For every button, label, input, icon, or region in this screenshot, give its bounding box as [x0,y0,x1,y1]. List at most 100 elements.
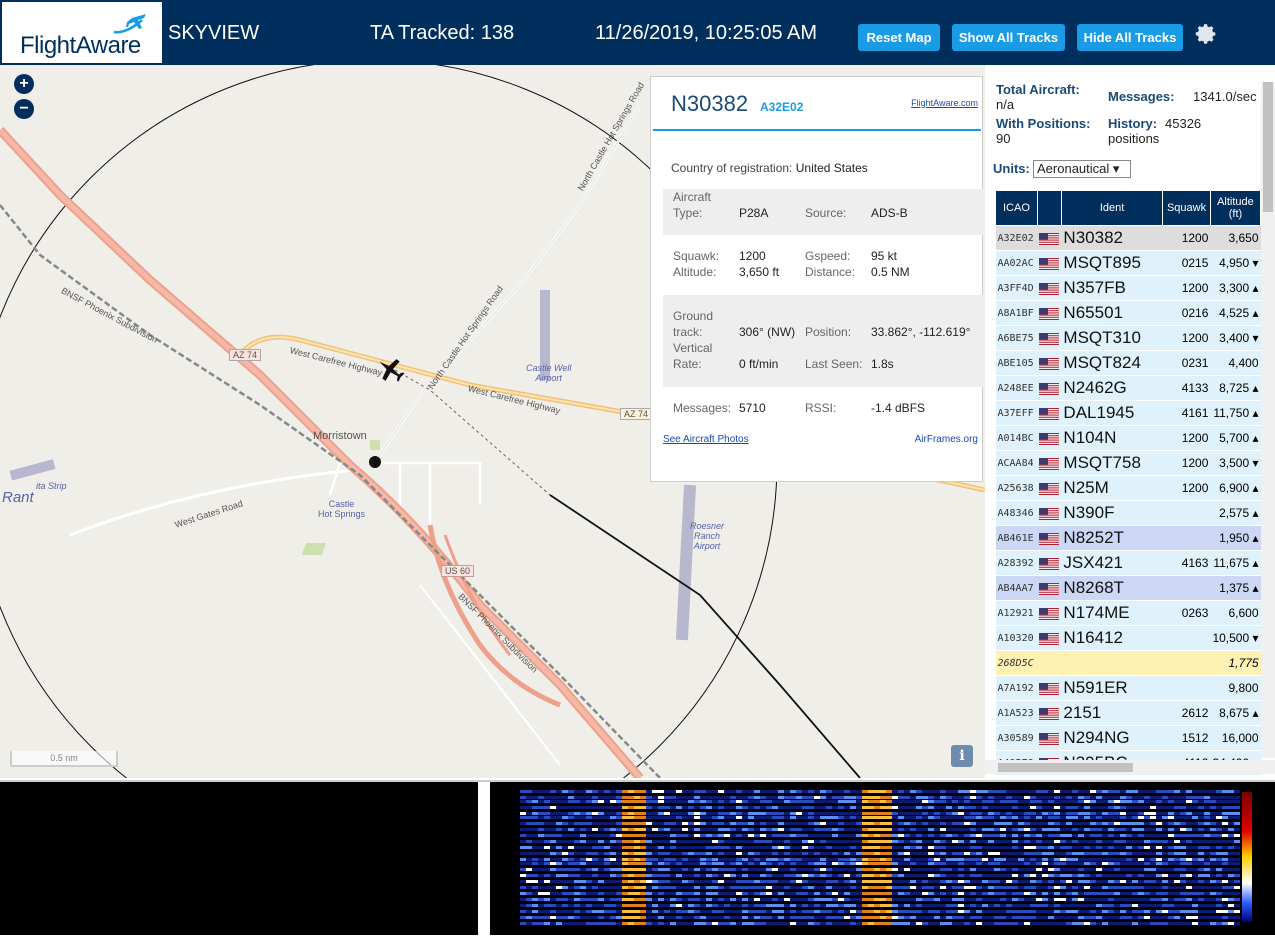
units-select[interactable]: Aeronautical ▾ [1033,160,1131,178]
sidebar-scroll-thumb[interactable] [1263,82,1273,212]
airframes-link[interactable]: AirFrames.org [915,434,978,445]
aircraft-row[interactable]: A6BE75 MSQT310 1200 3,400 ▾ [995,325,1261,351]
aircraft-row[interactable]: ABE105 MSQT824 0231 4,400 [995,350,1261,376]
row-ident: N8268T [1061,575,1163,601]
gear-icon[interactable] [1194,22,1218,46]
aircraft-row[interactable]: A1A523 2151 2612 8,675 ▴ [995,700,1261,726]
aircraft-row[interactable]: A25638 N25M 1200 6,900 ▴ [995,475,1261,501]
messages-rate-value: 1341.0/sec [1193,89,1257,104]
row-altitude: 8,725 ▴ [1210,375,1261,401]
map-label-ita-strip: ita Strip [36,481,67,491]
zoom-out-button[interactable]: − [14,99,34,119]
panel-divider [653,129,981,131]
selected-flight-ident: N30382 [671,91,749,116]
row-altitude: 11,675 ▴ [1210,550,1261,576]
us-flag-icon [1037,500,1062,526]
col-ident[interactable]: Ident [1060,190,1164,226]
flightaware-link[interactable]: FlightAware.com [911,98,978,108]
row-altitude: 10,500 ▾ [1210,625,1261,651]
aircraft-row[interactable]: A7A192 N591ER 9,800 [995,675,1261,701]
flightaware-logo[interactable]: FlightAware [2,2,162,63]
aircraft-photos-link[interactable]: See Aircraft Photos [663,434,749,445]
waterfall-graphic [520,790,1252,925]
row-altitude: 3,300 ▴ [1210,275,1261,301]
row-icao: A6BE75 [995,325,1038,351]
aircraft-row[interactable]: A248EE N2462G 4133 8,725 ▴ [995,375,1261,401]
row-ident: N294NG [1061,725,1163,751]
show-all-tracks-button[interactable]: Show All Tracks [952,24,1065,51]
distance-value: 0.5 NM [871,265,910,279]
col-flag[interactable] [1036,190,1062,226]
row-squawk: 4133 [1162,375,1211,401]
col-squawk[interactable]: Squawk [1162,190,1211,226]
row-squawk [1162,575,1211,601]
country-row: Country of registration: United States [671,161,868,175]
row-altitude: 2,575 ▴ [1210,500,1261,526]
rssi-label: RSSI: [805,401,837,415]
last-seen-label: Last Seen: [805,357,863,371]
aircraft-row[interactable]: A30589 N294NG 1512 16,000 [995,725,1261,751]
ground-track-label: Ground track: [673,309,714,339]
row-icao: ACAA84 [995,450,1038,476]
map-info-button[interactable]: i [951,745,973,767]
reset-map-button[interactable]: Reset Map [858,24,940,51]
row-icao: A3FF4D [995,275,1038,301]
zoom-in-button[interactable]: + [14,74,34,94]
hide-all-tracks-button[interactable]: Hide All Tracks [1077,24,1183,51]
squawk-label: Squawk: [673,249,720,263]
altitude-value: 3,650 ft [739,265,780,279]
aircraft-row[interactable]: 268D5C 1,775 [995,650,1261,676]
row-squawk: 2612 [1162,700,1211,726]
row-squawk [1162,675,1211,701]
col-altitude[interactable]: Altitude (ft) [1209,190,1262,226]
map-label-castle-hot-springs: Castle Hot Springs [318,499,366,519]
aircraft-row[interactable]: A32E02 N30382 1200 3,650 [995,225,1261,251]
row-icao: A48346 [995,500,1038,526]
row-altitude: 11,750 ▴ [1210,400,1261,426]
aircraft-row[interactable]: A10320 N16412 10,500 ▾ [995,625,1261,651]
row-altitude: 4,525 ▴ [1210,300,1261,326]
us-flag-icon [1037,600,1062,626]
gspeed-value: 95 kt [871,249,898,263]
row-altitude: 16,000 [1210,725,1261,751]
aircraft-row[interactable]: A48346 N390F 2,575 ▴ [995,500,1261,526]
messages-value: 5710 [739,401,766,415]
aircraft-sidebar: Total Aircraft: n/a Messages: 1341.0/sec… [985,65,1275,778]
country-value: United States [795,161,868,175]
row-ident: N30382 [1061,225,1163,251]
aircraft-row[interactable]: A28392 JSX421 4163 11,675 ▴ [995,550,1261,576]
row-squawk [1162,625,1211,651]
row-icao: AB461E [995,525,1038,551]
position-value: 33.862°, -112.619° [871,325,971,339]
us-flag-icon [1037,275,1062,301]
us-flag-icon [1037,450,1062,476]
aircraft-row[interactable]: A12921 N174ME 0263 6,600 [995,600,1261,626]
aircraft-row[interactable]: AB4AA7 N8268T 1,375 ▴ [995,575,1261,601]
total-aircraft-label: Total Aircraft: [996,82,1080,97]
sidebar-hscroll-thumb[interactable] [998,763,1133,772]
source-label: Source: [805,206,847,220]
us-flag-icon [1037,575,1062,601]
map-label-morristown: Morristown [313,430,367,442]
aircraft-row[interactable]: AA02AC MSQT895 0215 4,950 ▾ [995,250,1261,276]
aircraft-row[interactable]: AB461E N8252T 1,950 ▴ [995,525,1261,551]
row-squawk: 1200 [1162,450,1211,476]
aircraft-row[interactable]: A8A1BF N65501 0216 4,525 ▴ [995,300,1261,326]
table-header-row: ICAO Ident Squawk Altitude (ft) [995,190,1262,226]
map-label-az74-b: AZ 74 [620,408,653,420]
aircraft-row[interactable]: A37EFF DAL1945 4161 11,750 ▴ [995,400,1261,426]
row-altitude: 4,950 ▾ [1210,250,1261,276]
col-icao[interactable]: ICAO [995,190,1038,226]
header-bar: FlightAware SKYVIEW TA Tracked: 138 11/2… [0,0,1275,65]
aircraft-row[interactable]: A014BC N104N 1200 5,700 ▴ [995,425,1261,451]
us-flag-icon [1037,400,1062,426]
aircraft-row[interactable]: A3FF4D N357FB 1200 3,300 ▴ [995,275,1261,301]
row-icao: A30589 [995,725,1038,751]
row-ident: N65501 [1061,300,1163,326]
row-altitude: 9,800 [1210,675,1261,701]
aircraft-row[interactable]: ACAA84 MSQT758 1200 3,500 ▾ [995,450,1261,476]
airplane-logo-icon [113,14,146,34]
row-icao: A25638 [995,475,1038,501]
row-squawk: 1200 [1162,275,1211,301]
row-squawk: 4161 [1162,400,1211,426]
